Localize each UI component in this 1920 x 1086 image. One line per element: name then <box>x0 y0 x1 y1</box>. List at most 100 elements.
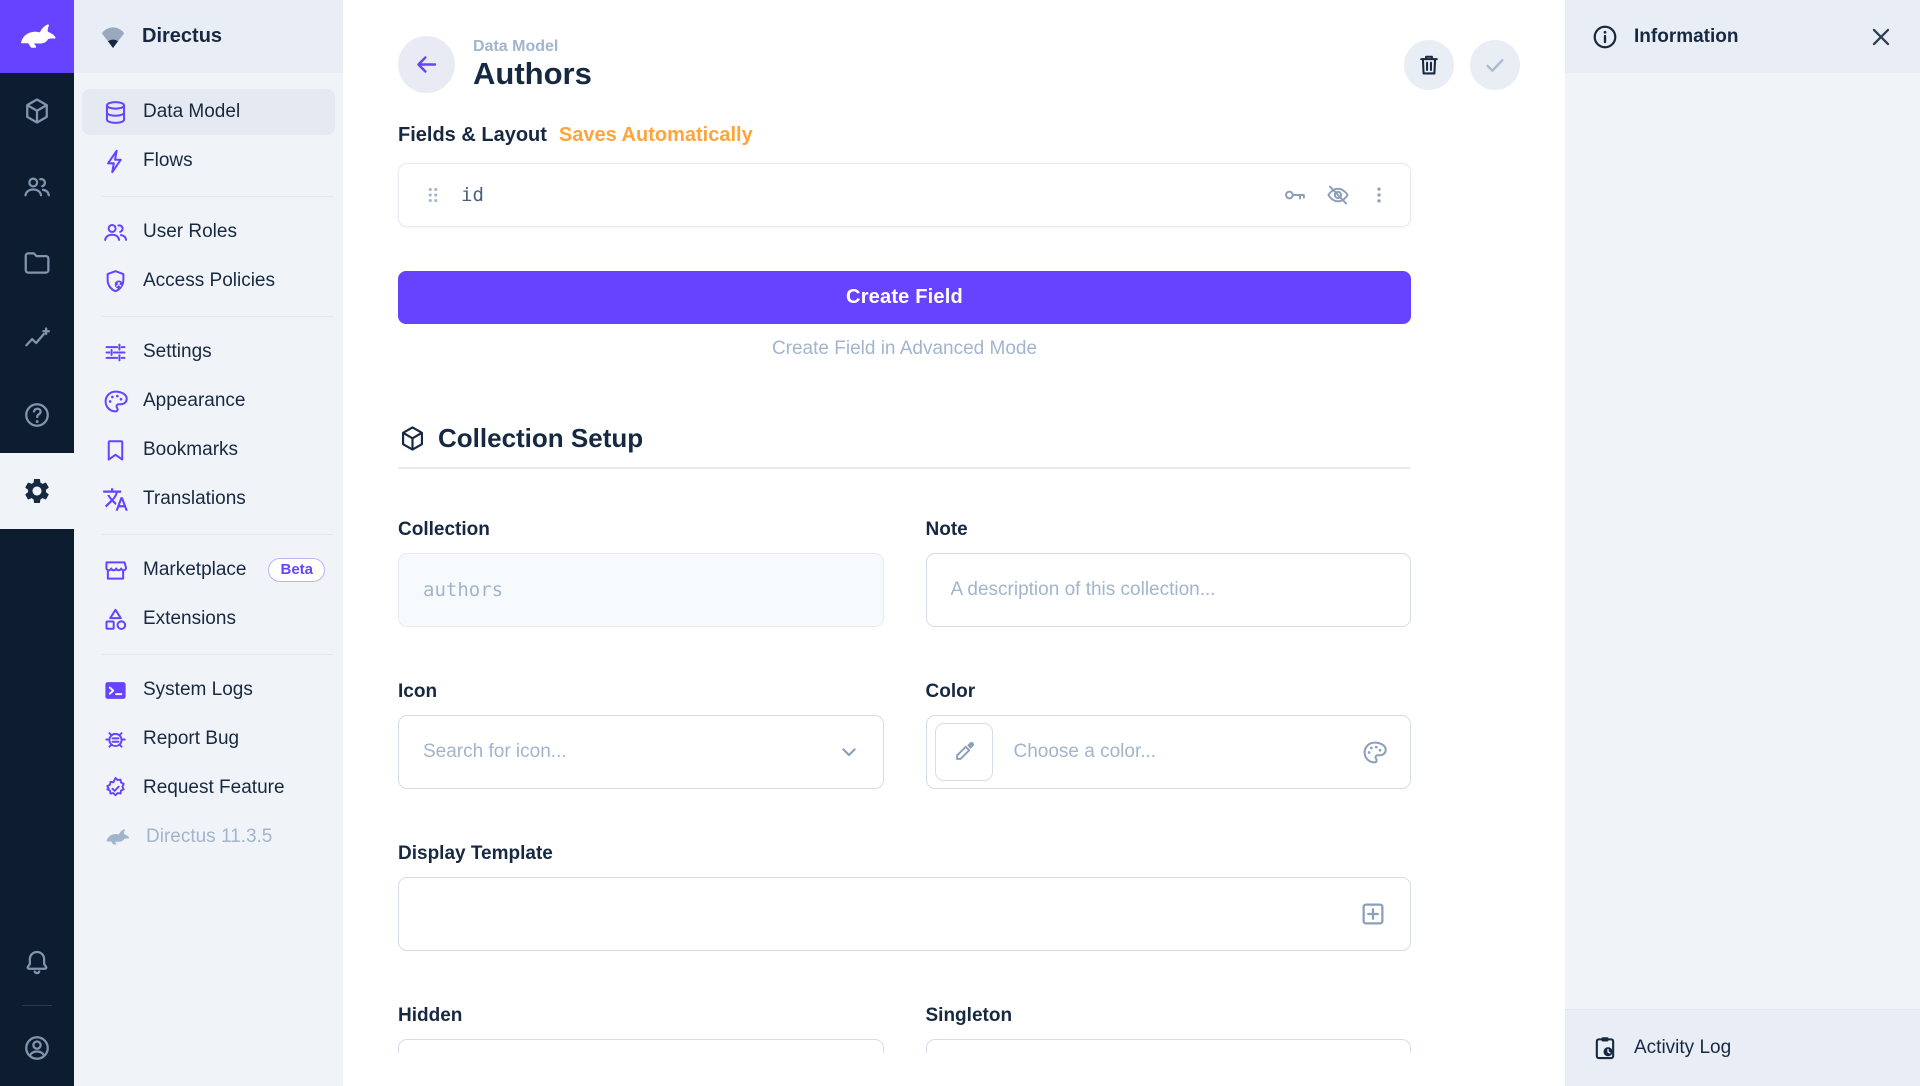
nav-item-label: Access Policies <box>143 270 275 292</box>
bolt-icon <box>102 148 129 175</box>
nav-item-flows[interactable]: Flows <box>82 138 335 184</box>
database-icon <box>102 99 129 126</box>
nav-item-request-feature[interactable]: Request Feature <box>82 765 335 811</box>
nav-item-user-roles[interactable]: User Roles <box>82 209 335 255</box>
nav-list: Data Model Flows User Roles Access Polic… <box>74 73 343 863</box>
module-content[interactable] <box>0 73 74 149</box>
content-column: Fields & Layout Saves Automatically id C… <box>398 124 1411 1053</box>
hidden-toggle[interactable] <box>398 1039 884 1053</box>
nav-item-extensions[interactable]: Extensions <box>82 596 335 642</box>
nav-item-label: Bookmarks <box>143 439 238 461</box>
user-menu-button[interactable] <box>0 1010 74 1086</box>
nav-divider <box>102 534 333 535</box>
note-field-group: Note <box>926 519 1412 627</box>
icon-search-input[interactable] <box>398 715 884 789</box>
close-icon[interactable] <box>1868 24 1894 50</box>
trash-icon <box>1416 52 1442 78</box>
people-icon <box>102 219 129 246</box>
palette-icon[interactable] <box>1361 739 1388 766</box>
nav-item-translations[interactable]: Translations <box>82 476 335 522</box>
save-button[interactable] <box>1470 40 1520 90</box>
module-bar <box>0 0 74 1086</box>
fields-layout-label: Fields & Layout <box>398 124 547 147</box>
hidden-field-group: Hidden <box>398 1005 884 1053</box>
nav-item-system-logs[interactable]: System Logs <box>82 667 335 713</box>
bookmark-icon <box>102 437 129 464</box>
nav-item-label: System Logs <box>143 679 253 701</box>
eyedropper-button[interactable] <box>935 723 993 781</box>
eye-off-icon <box>1325 182 1351 208</box>
key-icon <box>1282 182 1308 208</box>
module-help[interactable] <box>0 377 74 453</box>
create-field-advanced-link[interactable]: Create Field in Advanced Mode <box>398 338 1411 360</box>
app-window: Directus Data Model Flows User Roles Acc… <box>0 0 1920 1086</box>
eyedropper-icon <box>951 739 977 765</box>
info-icon <box>1591 23 1619 51</box>
breadcrumb: Data Model <box>473 37 592 56</box>
version-label: Directus 11.3.5 <box>146 826 272 848</box>
activity-log-section[interactable]: Activity Log <box>1565 1009 1920 1086</box>
color-label: Color <box>926 681 1412 703</box>
nav-divider <box>102 196 333 197</box>
translate-icon <box>102 486 129 513</box>
nav-item-label: Request Feature <box>143 777 285 799</box>
nav-item-bookmarks[interactable]: Bookmarks <box>82 427 335 473</box>
icon-label: Icon <box>398 681 884 703</box>
create-field-button[interactable]: Create Field <box>398 271 1411 324</box>
note-label: Note <box>926 519 1412 541</box>
display-template-input[interactable] <box>398 877 1411 951</box>
feature-badge-icon <box>102 775 129 802</box>
nav-item-appearance[interactable]: Appearance <box>82 378 335 424</box>
nav-item-version: Directus 11.3.5 <box>82 814 335 860</box>
nav-item-label: Settings <box>143 341 212 363</box>
nav-item-label: Data Model <box>143 101 240 123</box>
module-files[interactable] <box>0 225 74 301</box>
autosave-label: Saves Automatically <box>559 124 753 147</box>
color-input[interactable]: Choose a color... <box>926 715 1412 789</box>
nav-item-access-policies[interactable]: Access Policies <box>82 258 335 304</box>
module-insights[interactable] <box>0 301 74 377</box>
directus-logo[interactable] <box>0 0 74 73</box>
more-vertical-icon[interactable] <box>1368 184 1390 206</box>
sidebar-body <box>1565 73 1920 1009</box>
box-icon <box>398 424 427 453</box>
check-icon <box>1482 52 1508 78</box>
collection-setup-heading: Collection Setup <box>398 423 1411 454</box>
nav-item-data-model[interactable]: Data Model <box>82 89 335 135</box>
singleton-toggle[interactable] <box>926 1039 1412 1053</box>
project-name: Directus <box>142 25 222 48</box>
singleton-label: Singleton <box>926 1005 1412 1027</box>
nav-divider <box>102 654 333 655</box>
display-template-group: Display Template <box>398 843 1411 951</box>
bell-icon <box>22 948 52 978</box>
delete-collection-button[interactable] <box>1404 40 1454 90</box>
module-bar-spacer <box>0 529 74 925</box>
nav-item-label: User Roles <box>143 221 237 243</box>
hidden-label: Hidden <box>398 1005 884 1027</box>
project-header[interactable]: Directus <box>74 0 343 73</box>
nav-item-settings[interactable]: Settings <box>82 329 335 375</box>
sidebar-header: Information <box>1565 0 1920 73</box>
nav-item-label: Appearance <box>143 390 245 412</box>
field-row-icons <box>1282 182 1390 208</box>
nav-item-label: Flows <box>143 150 193 172</box>
field-row-id[interactable]: id <box>398 163 1411 227</box>
add-box-icon[interactable] <box>1358 899 1388 929</box>
note-input[interactable] <box>926 553 1412 627</box>
nav-item-report-bug[interactable]: Report Bug <box>82 716 335 762</box>
storefront-icon <box>102 557 129 584</box>
notifications-button[interactable] <box>0 925 74 1001</box>
nav-item-marketplace[interactable]: MarketplaceBeta <box>82 547 335 593</box>
chevron-down-icon[interactable] <box>836 739 862 765</box>
bug-icon <box>102 726 129 753</box>
form-row-icon-color: Icon Color Choose a color... <box>398 681 1411 789</box>
module-settings[interactable] <box>0 453 74 529</box>
form-row-hidden-singleton: Hidden Singleton <box>398 1005 1411 1053</box>
icon-select-wrap <box>398 715 884 789</box>
beta-badge: Beta <box>268 558 325 582</box>
collection-input <box>398 553 884 627</box>
module-users[interactable] <box>0 149 74 225</box>
cube-icon <box>22 96 52 126</box>
back-button[interactable] <box>398 36 455 93</box>
drag-handle-icon[interactable] <box>422 184 444 206</box>
